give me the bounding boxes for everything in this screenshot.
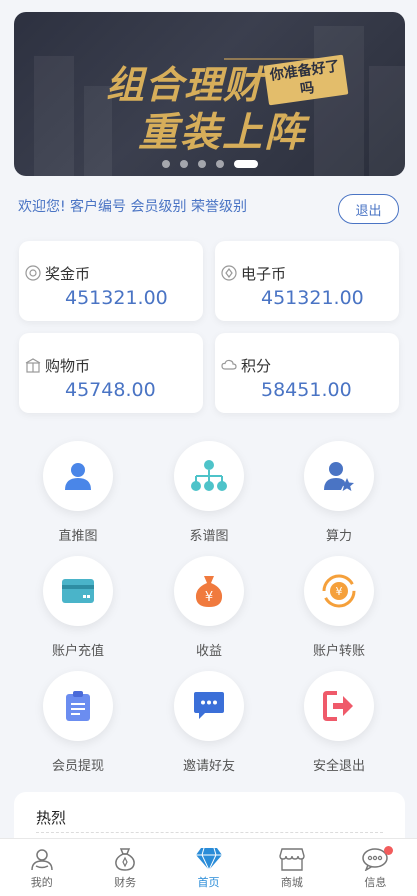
cloud-icon — [221, 359, 237, 370]
menu-label: 系谱图 — [189, 529, 229, 544]
carousel-dot[interactable] — [197, 160, 206, 168]
welcome-text: 欢迎您! 客户编号 会员级别 荣誉级别 — [18, 199, 247, 215]
menu-hashrate[interactable]: 算力 — [289, 441, 389, 544]
org-chart-icon — [191, 460, 227, 491]
menu-direct-referral[interactable]: 直推图 — [28, 441, 128, 544]
carousel-dots — [14, 160, 405, 168]
carousel-dot[interactable] — [215, 160, 224, 168]
banner-building — [314, 26, 364, 176]
svg-text:¥: ¥ — [336, 585, 343, 598]
balance-card-bonus[interactable]: 奖金币 451321.00 — [19, 241, 203, 321]
balance-label: 电子币 — [241, 265, 287, 283]
menu-transfer[interactable]: ¥ 账户转账 — [289, 556, 389, 659]
menu-label: 直推图 — [58, 529, 98, 544]
card-icon — [62, 579, 94, 603]
bottom-tab-bar: 我的 财务 首页 商城 信息 — [0, 838, 417, 896]
balance-value: 451321.00 — [65, 287, 168, 309]
gift-icon — [25, 358, 41, 373]
tab-store[interactable]: 商城 — [250, 839, 333, 896]
balance-card-points[interactable]: 积分 58451.00 — [215, 333, 399, 413]
exchange-icon: ¥ — [322, 574, 356, 608]
clipboard-icon — [66, 691, 90, 721]
tab-finance[interactable]: 财务 — [83, 839, 166, 896]
menu-label: 会员提现 — [51, 759, 104, 774]
svg-text:¥: ¥ — [205, 590, 213, 605]
tab-label: 我的 — [30, 876, 53, 889]
menu-recharge[interactable]: 账户充值 — [28, 556, 128, 659]
carousel-dot[interactable] — [161, 160, 170, 168]
balance-value: 451321.00 — [261, 287, 364, 309]
carousel-dot[interactable] — [179, 160, 188, 168]
menu-earnings[interactable]: ¥ 收益 — [159, 556, 259, 659]
logout-button[interactable]: 退出 — [338, 194, 399, 224]
diamond-home-icon — [195, 847, 222, 871]
target-icon — [25, 265, 41, 281]
user-star-icon — [324, 462, 354, 491]
divider — [36, 832, 383, 833]
menu-invite[interactable]: 邀请好友 — [159, 671, 259, 774]
store-icon — [279, 848, 305, 871]
exit-icon — [323, 691, 353, 721]
balance-label: 奖金币 — [45, 265, 91, 283]
tab-label: 首页 — [197, 876, 220, 889]
menu-withdraw[interactable]: 会员提现 — [28, 671, 128, 774]
carousel-dot-active[interactable] — [233, 160, 258, 168]
menu-label: 账户转账 — [312, 644, 365, 659]
menu-label: 收益 — [195, 644, 222, 659]
menu-safe-exit[interactable]: 安全退出 — [289, 671, 389, 774]
tab-messages[interactable]: 信息 — [334, 839, 417, 896]
chat-icon — [194, 692, 224, 719]
menu-label: 账户充值 — [51, 644, 104, 659]
balance-value: 58451.00 — [261, 379, 352, 401]
tab-label: 信息 — [364, 876, 387, 889]
profile-icon — [30, 849, 53, 871]
menu-label: 邀请好友 — [182, 759, 235, 774]
balance-card-shopping[interactable]: 购物币 45748.00 — [19, 333, 203, 413]
menu-label: 安全退出 — [312, 759, 365, 774]
menu-label: 算力 — [325, 529, 352, 544]
promo-banner[interactable]: 组合理财 你准备好了吗 重装上阵 — [14, 12, 405, 176]
person-icon — [65, 463, 91, 490]
banner-building — [34, 56, 74, 176]
balance-value: 45748.00 — [65, 379, 156, 401]
tab-mine[interactable]: 我的 — [0, 839, 83, 896]
balance-card-ecoin[interactable]: 电子币 451321.00 — [215, 241, 399, 321]
money-bag-icon: ¥ — [195, 576, 223, 607]
banner-subtitle: 重装上阵 — [138, 110, 306, 156]
finance-bag-icon — [115, 848, 135, 871]
diamond-icon — [221, 265, 237, 281]
tab-label: 商城 — [280, 876, 303, 889]
hot-section-title: 热烈 — [36, 809, 67, 827]
tab-home[interactable]: 首页 — [167, 839, 250, 896]
balance-label: 购物币 — [45, 357, 91, 375]
menu-genealogy[interactable]: 系谱图 — [159, 441, 259, 544]
balance-label: 积分 — [241, 357, 272, 375]
tab-label: 财务 — [114, 876, 137, 889]
notification-badge — [383, 846, 393, 855]
